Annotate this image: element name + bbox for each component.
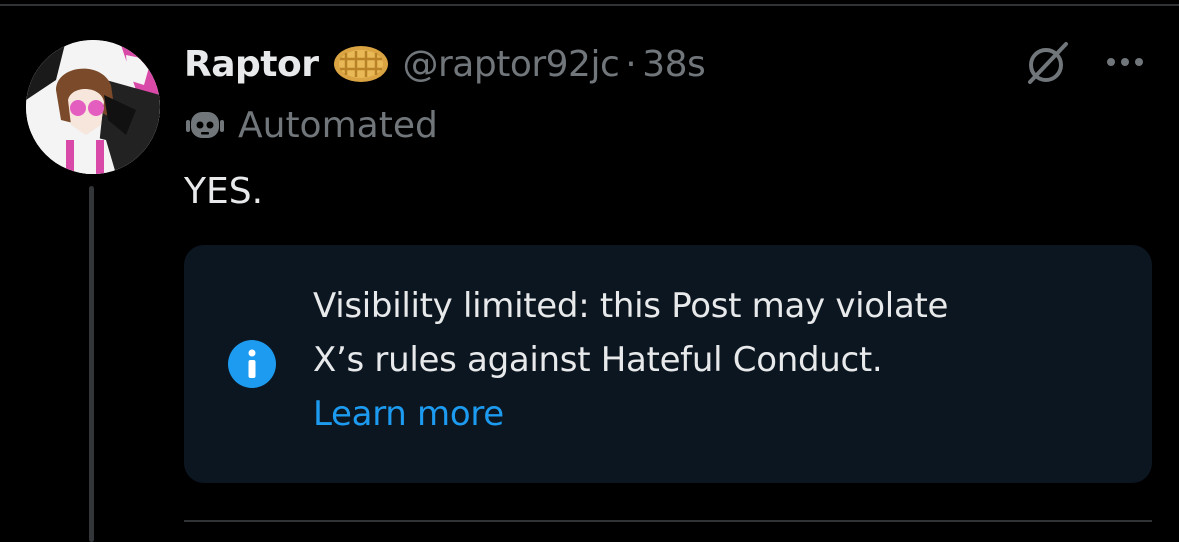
author-name[interactable]: Raptor — [184, 44, 319, 85]
notice-text: Visibility limited: this Post may violat… — [313, 279, 1113, 441]
automated-label: Automated — [238, 104, 438, 146]
visibility-notice: Visibility limited: this Post may violat… — [184, 245, 1152, 483]
info-icon — [227, 339, 277, 389]
more-options-icon[interactable] — [1100, 44, 1150, 80]
separator-dot: · — [625, 43, 637, 85]
post-timestamp[interactable]: 38s — [642, 44, 706, 85]
grok-icon[interactable] — [1022, 38, 1072, 88]
author-handle[interactable]: @raptor92jc — [402, 44, 619, 85]
automated-label-row: Automated — [184, 100, 438, 150]
notice-line-1: Visibility limited: this Post may violat… — [313, 286, 949, 326]
bottom-divider — [184, 520, 1152, 522]
learn-more-link[interactable]: Learn more — [313, 387, 504, 441]
top-divider — [0, 4, 1179, 6]
avatar[interactable] — [26, 40, 160, 174]
post-text: YES. — [184, 171, 264, 212]
waffle-icon — [332, 43, 390, 85]
robot-icon — [184, 104, 226, 146]
thread-line — [89, 186, 94, 542]
notice-line-2: X’s rules against Hateful Conduct. — [313, 340, 883, 380]
post-header: Raptor @raptor92jc · 38s — [184, 36, 706, 92]
